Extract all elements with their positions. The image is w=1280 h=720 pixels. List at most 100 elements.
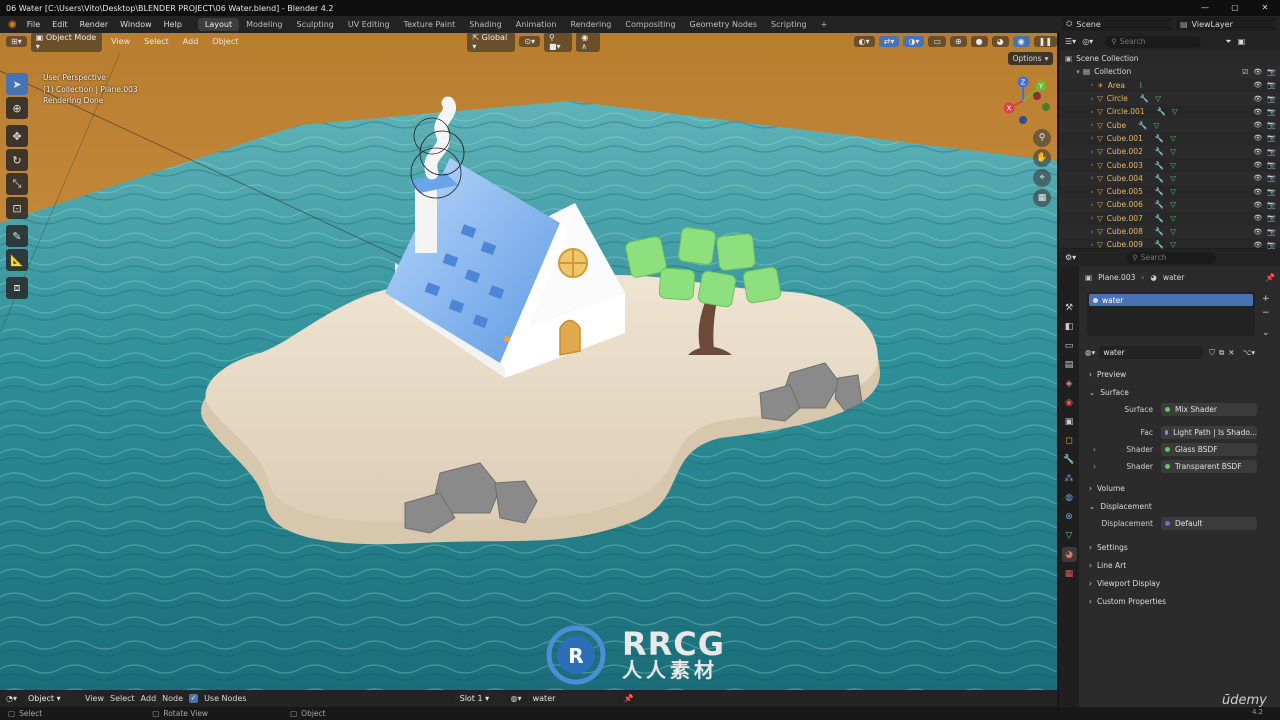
camera-icon[interactable]: 📷 — [1267, 148, 1276, 156]
chevron-right-icon[interactable]: › — [1087, 161, 1097, 169]
menu-node[interactable]: Node — [162, 694, 183, 703]
unlink-x-icon[interactable]: ✕ — [1228, 348, 1234, 357]
pin-icon[interactable]: 📌 — [624, 694, 634, 703]
constraints-tab[interactable]: ⊗ — [1062, 509, 1077, 524]
panel-volume[interactable]: › Volume — [1081, 479, 1279, 497]
tab-geometry-nodes[interactable]: Geometry Nodes — [683, 18, 764, 31]
surface-shader-field[interactable]: Mix Shader — [1161, 403, 1257, 416]
zoom-view-button[interactable]: ⚲ — [1033, 129, 1051, 147]
editor-type-button[interactable]: ⚙▾ — [1065, 253, 1076, 262]
slot-selector[interactable]: Slot 1 ▾ — [454, 693, 505, 704]
camera-icon[interactable]: 📷 — [1267, 95, 1276, 103]
editor-type-button[interactable]: ⊞▾ — [6, 36, 27, 47]
tab-uv-editing[interactable]: UV Editing — [341, 18, 397, 31]
panel-custom-properties[interactable]: › Custom Properties — [1081, 592, 1279, 610]
panel-preview[interactable]: › Preview — [1081, 365, 1279, 383]
world-tab[interactable]: ◉ — [1062, 395, 1077, 410]
outliner-item[interactable]: › ▽ Cube.005 🔧 ▽ 👁 📷 — [1059, 185, 1280, 198]
overlay-toggle-button[interactable]: ◑▾ — [903, 36, 925, 47]
material-slot-item[interactable]: water — [1089, 294, 1253, 306]
chevron-right-icon[interactable]: › — [1087, 148, 1097, 156]
add-slot-button[interactable]: + — [1262, 294, 1270, 304]
material-name-field[interactable]: water — [1099, 346, 1204, 359]
eye-icon[interactable]: 👁 — [1253, 188, 1262, 196]
material-browse-icon[interactable]: ◍▾ — [1085, 348, 1095, 357]
tab-modeling[interactable]: Modeling — [239, 18, 289, 31]
shader-2-field[interactable]: Transparent BSDF — [1161, 460, 1257, 473]
outliner-item[interactable]: › ▽ Cube.001 🔧 ▽ 👁 📷 — [1059, 132, 1280, 145]
eye-icon[interactable]: 👁 — [1253, 161, 1262, 169]
eye-icon[interactable]: 👁 — [1253, 148, 1262, 156]
filter-icon[interactable]: ⏷ — [1225, 37, 1231, 47]
pan-view-button[interactable]: ✋ — [1033, 149, 1051, 167]
eye-icon[interactable]: 👁 — [1253, 81, 1262, 89]
menu-add[interactable]: Add — [178, 36, 204, 47]
snap-button[interactable]: ⚲ ■▾ — [543, 31, 573, 52]
cursor-tool[interactable]: ⊕ — [6, 97, 28, 119]
menu-view[interactable]: View — [106, 36, 135, 47]
menu-view[interactable]: View — [85, 694, 104, 703]
measure-tool[interactable]: 📐 — [6, 249, 28, 271]
eye-icon[interactable]: 👁 — [1253, 241, 1262, 249]
checkbox-icon[interactable]: ☑ — [1242, 68, 1248, 76]
remove-slot-button[interactable]: − — [1262, 308, 1270, 318]
particles-tab[interactable]: ⁂ — [1062, 471, 1077, 486]
outliner-item[interactable]: › ▽ Cube.006 🔧 ▽ 👁 📷 — [1059, 198, 1280, 212]
pivot-button[interactable]: ⊙▾ — [519, 36, 540, 47]
tab-shading[interactable]: Shading — [462, 18, 509, 31]
tab-rendering[interactable]: Rendering — [564, 18, 619, 31]
slot-menu-chevron-icon[interactable]: ⌄ — [1262, 328, 1270, 338]
mode-selector[interactable]: ▣ Object Mode ▾ — [30, 31, 103, 52]
camera-icon[interactable]: 📷 — [1267, 228, 1276, 236]
material-slot-list[interactable]: water — [1087, 292, 1255, 336]
chevron-right-icon[interactable]: › — [1087, 214, 1097, 222]
tab-sculpting[interactable]: Sculpting — [290, 18, 341, 31]
scene-tab[interactable]: ◈ — [1062, 376, 1077, 391]
camera-icon[interactable]: 📷 — [1267, 108, 1276, 116]
chevron-right-icon[interactable]: › — [1087, 241, 1097, 249]
editor-type-button[interactable]: ☰▾ — [1065, 37, 1076, 46]
panel-line-art[interactable]: › Line Art — [1081, 556, 1279, 574]
chevron-right-icon[interactable]: › — [1093, 445, 1096, 454]
panel-surface[interactable]: ⌄ Surface — [1081, 383, 1279, 401]
outliner-item[interactable]: › ▽ Cube.007 🔧 ▽ 👁 📷 — [1059, 212, 1280, 225]
fac-input-field[interactable]: Light Path | Is Shado... — [1161, 426, 1257, 439]
eye-icon[interactable]: 👁 — [1253, 214, 1262, 222]
orientation-selector[interactable]: ⇱ Global ▾ — [467, 31, 516, 52]
scene-collection-row[interactable]: ▣ Scene Collection — [1059, 52, 1280, 65]
camera-view-button[interactable]: ⌖ — [1033, 169, 1051, 187]
chevron-right-icon[interactable]: › — [1093, 462, 1096, 471]
camera-icon[interactable]: 📷 — [1267, 201, 1276, 209]
outliner-item[interactable]: › ▽ Cube.008 🔧 ▽ 👁 📷 — [1059, 224, 1280, 239]
shading-solid-button[interactable]: ● — [970, 36, 988, 47]
chevron-right-icon[interactable]: › — [1087, 81, 1097, 89]
rotate-tool[interactable]: ↻ — [6, 149, 28, 171]
chevron-right-icon[interactable]: › — [1087, 121, 1097, 129]
minimize-button[interactable]: — — [1190, 0, 1220, 16]
outliner-item[interactable]: › ▽ Cube.004 🔧 ▽ 👁 📷 — [1059, 171, 1280, 185]
outliner-item[interactable]: › ▽ Circle.001 🔧 ▽ 👁 📷 — [1059, 105, 1280, 118]
editor-type-button[interactable]: ◔▾ — [6, 694, 17, 703]
proportional-edit-button[interactable]: ◉ ∧ — [576, 31, 601, 52]
chevron-down-icon[interactable]: ▾ — [1073, 68, 1083, 76]
blender-logo-icon[interactable]: ◉ — [4, 19, 21, 30]
duplicate-icon[interactable]: ⧉ — [1219, 348, 1224, 358]
object-type-selector[interactable]: Object ▾ — [23, 693, 79, 704]
chevron-right-icon[interactable]: › — [1087, 188, 1097, 196]
output-tab[interactable]: ▭ — [1062, 338, 1077, 353]
modifier-tab[interactable]: 🔧 — [1062, 452, 1077, 467]
tool-tab[interactable]: ⚒ — [1062, 300, 1077, 315]
chevron-right-icon[interactable]: › — [1087, 134, 1097, 142]
3d-viewport[interactable] — [0, 33, 1057, 690]
physics-tab[interactable]: ◍ — [1062, 490, 1077, 505]
pause-render-button[interactable]: ❚❚ — [1033, 36, 1058, 47]
camera-icon[interactable]: 📷 — [1267, 68, 1276, 76]
texture-tab[interactable]: ▦ — [1062, 566, 1077, 581]
chevron-right-icon[interactable]: › — [1087, 201, 1097, 209]
eye-icon[interactable]: 👁 — [1253, 228, 1262, 236]
displacement-field[interactable]: Default — [1161, 517, 1257, 530]
menu-edit[interactable]: Edit — [46, 20, 74, 29]
scene-selector[interactable]: ⛭ Scene — [1062, 17, 1172, 31]
data-tab[interactable]: ▽ — [1062, 528, 1077, 543]
transform-tool[interactable]: ⊡ — [6, 197, 28, 219]
